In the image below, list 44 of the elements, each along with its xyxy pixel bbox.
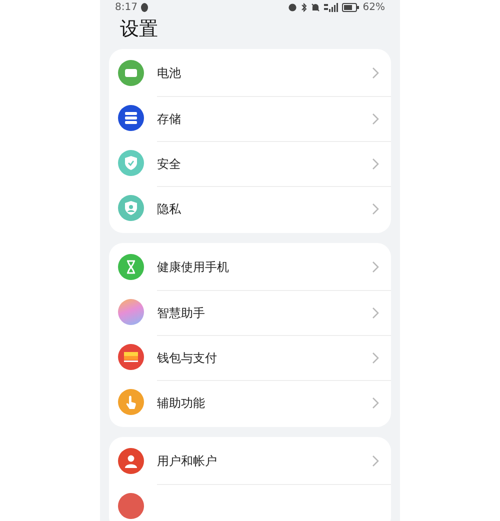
row-label: 健康使用手机 xyxy=(157,259,229,276)
wallet-card-icon xyxy=(118,344,144,370)
assistant-orb-icon xyxy=(118,299,144,325)
privacy-shield-icon xyxy=(118,195,144,221)
settings-row[interactable]: 电池 xyxy=(109,50,391,96)
battery-status-icon xyxy=(342,3,359,12)
settings-row[interactable]: 钱包与支付 xyxy=(109,334,391,380)
row-label: 钱包与支付 xyxy=(157,350,217,366)
settings-row[interactable]: 辅助功能 xyxy=(109,380,391,424)
battery-percent: 62% xyxy=(362,1,385,15)
chevron-right-icon xyxy=(372,396,379,408)
status-time: 8:17 xyxy=(115,1,138,15)
chevron-right-icon xyxy=(372,261,379,273)
chevron-right-icon xyxy=(372,202,379,214)
settings-row[interactable]: 健康使用手机 xyxy=(109,244,391,290)
hourglass-icon xyxy=(118,254,144,280)
row-label: 智慧助手 xyxy=(157,304,205,322)
shield-icon xyxy=(118,150,144,176)
settings-row[interactable]: 安全 xyxy=(109,140,391,186)
page-title: 设置 xyxy=(120,17,158,42)
row-label: 用户和帐户 xyxy=(157,453,217,470)
row-label: 电池 xyxy=(157,65,181,82)
app-icon xyxy=(118,493,144,519)
bluetooth-icon xyxy=(300,3,307,12)
storage-icon xyxy=(118,105,144,131)
hand-tap-icon xyxy=(118,389,144,415)
signal-icon xyxy=(324,3,338,12)
chevron-right-icon xyxy=(372,455,379,467)
user-icon xyxy=(118,448,144,474)
settings-row[interactable]: 隐私 xyxy=(109,186,391,230)
row-label: 辅助功能 xyxy=(157,394,205,412)
row-label: 存储 xyxy=(157,110,181,128)
chevron-right-icon xyxy=(372,158,379,170)
chevron-right-icon xyxy=(372,306,379,318)
settings-row[interactable]: 存储 xyxy=(109,96,391,140)
chevron-right-icon xyxy=(372,352,379,364)
chevron-right-icon xyxy=(372,67,379,79)
muted-bell-icon xyxy=(310,3,320,12)
settings-row[interactable]: 智慧助手 xyxy=(109,290,391,334)
battery-icon xyxy=(118,60,144,86)
settings-row[interactable]: 用户和帐户 xyxy=(109,438,391,484)
row-label: 隐私 xyxy=(157,200,181,218)
chevron-right-icon xyxy=(372,112,379,124)
row-label: 安全 xyxy=(157,156,181,172)
